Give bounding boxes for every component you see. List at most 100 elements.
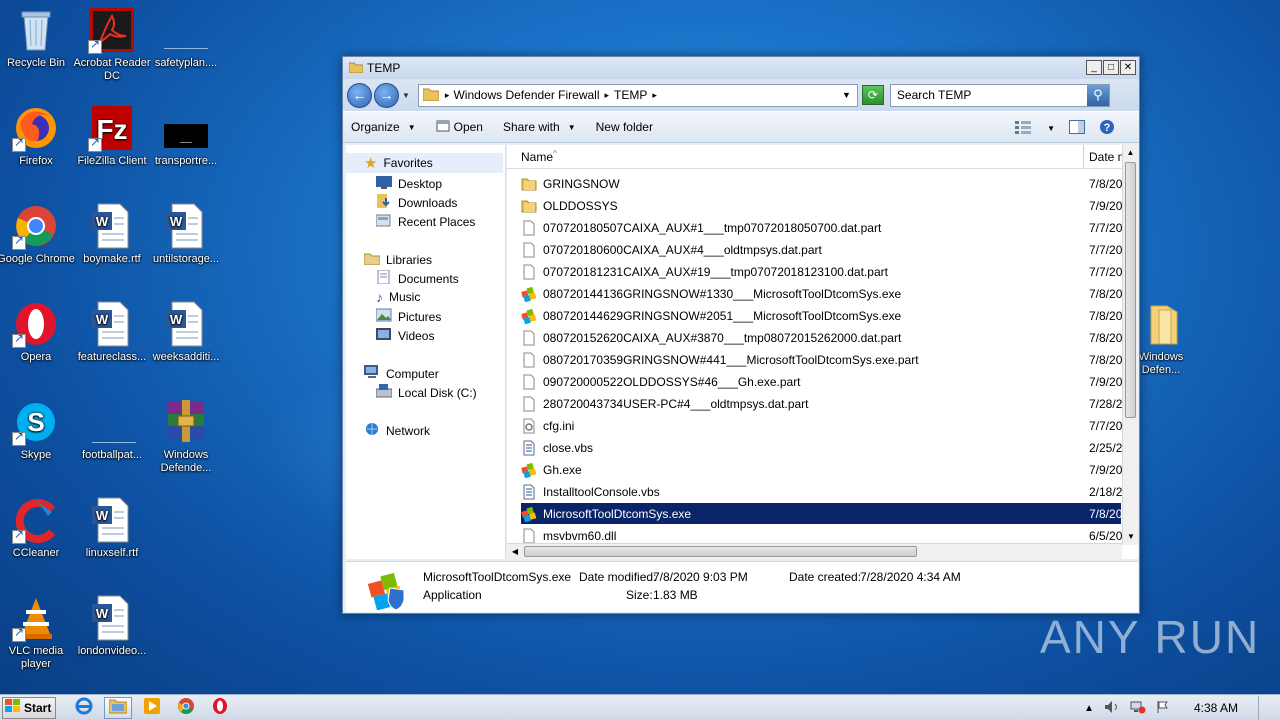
taskbar-opera[interactable] — [206, 697, 234, 719]
desktop-icon-transportre[interactable]: transportre... — [146, 104, 226, 168]
action-center-flag-icon[interactable] — [1156, 700, 1170, 717]
taskbar-chrome[interactable] — [172, 697, 200, 719]
share-with-button[interactable]: Share with ▼ — [503, 120, 576, 134]
breadcrumb-separator[interactable]: ▸ — [605, 90, 610, 101]
history-dropdown-icon[interactable]: ▼ — [402, 91, 410, 100]
desktop-icon-windows-defende[interactable]: Windows Defende... — [146, 398, 226, 475]
application-icon — [364, 566, 410, 613]
search-icon[interactable]: ⚲ — [1086, 84, 1109, 106]
desktop-icon-footballpat[interactable]: footballpat... — [72, 398, 152, 462]
file-row[interactable]: 080720170359GRINGSNOW#441___MicrosoftToo… — [521, 349, 1122, 370]
desktop-icon-firefox[interactable]: Firefox — [0, 104, 76, 168]
forward-button[interactable]: → — [374, 82, 399, 108]
desktop-icon-opera[interactable]: Opera — [0, 300, 76, 364]
file-row[interactable]: InstalltoolConsole.vbs 2/18/2 — [521, 481, 1122, 502]
file-row[interactable]: OLDDOSSYS 7/9/20 — [521, 195, 1122, 216]
desktop-icon-boymake[interactable]: W boymake.rtf — [72, 202, 152, 266]
new-folder-button[interactable]: New folder — [596, 120, 653, 134]
horizontal-scrollbar[interactable]: ◀ — [507, 543, 1122, 559]
title-bar[interactable]: TEMP _ □ ✕ — [343, 57, 1139, 79]
column-name[interactable]: Name — [521, 150, 553, 164]
file-row[interactable]: 080720144629GRINGSNOW#2051___MicrosoftTo… — [521, 305, 1122, 326]
file-row[interactable]: close.vbs 2/25/2 — [521, 437, 1122, 458]
vertical-scrollbar[interactable]: ▲ ▼ — [1122, 145, 1138, 545]
minimize-button[interactable]: _ — [1086, 60, 1102, 75]
preview-pane-icon[interactable] — [1069, 120, 1085, 137]
desktop-icon-ccleaner[interactable]: CCleaner — [0, 496, 76, 560]
desktop-icon-featureclass[interactable]: W featureclass... — [72, 300, 152, 364]
show-hidden-icons-icon[interactable]: ▲ — [1084, 703, 1094, 714]
start-button[interactable]: Start — [2, 696, 56, 719]
network-tray-icon[interactable] — [1130, 700, 1146, 717]
desktop-icon-safetyplan[interactable]: safetyplan.... — [146, 6, 226, 70]
file-row[interactable]: MicrosoftToolDtcomSys.exe 7/8/20 — [521, 503, 1122, 524]
nav-item-local-disk[interactable]: Local Disk (C:) — [375, 384, 477, 401]
nav-item-recent-places[interactable]: Recent Places — [375, 213, 475, 230]
desktop-icon-filezilla[interactable]: Fz FileZilla Client — [72, 104, 152, 168]
file-icon — [521, 242, 537, 258]
view-options-icon[interactable] — [1015, 120, 1033, 137]
application-icon — [521, 462, 537, 478]
maximize-button[interactable]: □ — [1103, 60, 1119, 75]
nav-label: Pictures — [398, 309, 442, 324]
nav-item-network[interactable]: Network — [364, 422, 430, 439]
volume-icon[interactable] — [1104, 700, 1120, 717]
scroll-down-arrow[interactable]: ▼ — [1123, 529, 1139, 545]
nav-item-pictures[interactable]: Pictures — [375, 308, 442, 325]
nav-item-music[interactable]: ♪ Music — [376, 289, 420, 305]
folder-icon — [521, 176, 537, 192]
breadcrumb-separator[interactable]: ▸ — [445, 90, 450, 101]
desktop-icon-weeksadditi[interactable]: W weeksadditi... — [146, 300, 226, 364]
file-row[interactable]: GRINGSNOW 7/8/20 — [521, 173, 1122, 194]
nav-item-documents[interactable]: Documents — [376, 269, 459, 287]
taskbar-media-player[interactable] — [138, 697, 166, 719]
desktop-icon-londonvideo[interactable]: W londonvideo... — [72, 594, 152, 658]
desktop-icon-recycle-bin[interactable]: Recycle Bin — [0, 6, 76, 70]
desktop-icon-linuxself[interactable]: W linuxself.rtf — [72, 496, 152, 560]
taskbar-explorer[interactable] — [104, 696, 132, 719]
column-divider[interactable] — [1083, 145, 1084, 169]
view-dropdown-icon[interactable]: ▼ — [1047, 124, 1055, 133]
search-input[interactable]: Search TEMP ⚲ — [889, 83, 1110, 107]
scroll-thumb[interactable] — [1125, 162, 1136, 418]
desktop-icon-acrobat[interactable]: Acrobat Reader DC — [72, 6, 152, 83]
address-dropdown-icon[interactable]: ▼ — [842, 90, 851, 100]
file-row[interactable]: 080720144136GRINGSNOW#1330___MicrosoftTo… — [521, 283, 1122, 304]
nav-item-computer[interactable]: Computer — [364, 365, 439, 382]
organize-button[interactable]: Organize ▼ — [351, 120, 416, 134]
file-row[interactable]: Gh.exe 7/9/20 — [521, 459, 1122, 480]
close-button[interactable]: ✕ — [1120, 60, 1136, 75]
clock-time[interactable]: 4:38 AM — [1194, 701, 1238, 715]
refresh-button[interactable]: ⟳ — [861, 85, 884, 105]
shortcut-arrow-icon — [12, 626, 26, 642]
file-row[interactable]: 090720000522OLDDOSSYS#46___Gh.exe.part 7/… — [521, 371, 1122, 392]
open-button[interactable]: Open — [436, 119, 483, 136]
nav-item-videos[interactable]: Videos — [376, 327, 434, 344]
file-row[interactable]: cfg.ini 7/7/20 — [521, 415, 1122, 436]
breadcrumb-separator[interactable]: ▸ — [652, 90, 657, 101]
help-icon[interactable]: ? — [1099, 119, 1115, 138]
nav-item-downloads[interactable]: Downloads — [376, 194, 457, 211]
scroll-thumb-horizontal[interactable] — [524, 546, 917, 557]
breadcrumb-temp[interactable]: TEMP — [614, 88, 647, 102]
address-bar[interactable]: ▸ Windows Defender Firewall ▸ TEMP ▸ ▼ — [417, 83, 858, 107]
scroll-up-arrow[interactable]: ▲ — [1123, 145, 1138, 161]
file-row[interactable]: 070720180600CAIXA_AUX#4___oldtmpsys.dat.… — [521, 239, 1122, 260]
taskbar-ie[interactable] — [70, 697, 98, 719]
desktop-icon-chrome[interactable]: Google Chrome — [0, 202, 76, 266]
nav-item-desktop[interactable]: Desktop — [376, 175, 442, 192]
nav-item-libraries[interactable]: Libraries — [363, 251, 432, 268]
show-desktop-button[interactable] — [1258, 696, 1270, 720]
file-row[interactable]: 080720152620CAIXA_AUX#3870___tmp08072015… — [521, 327, 1122, 348]
desktop-icon-vlc[interactable]: VLC media player — [0, 594, 76, 671]
nav-item-favorites[interactable]: ★ Favorites — [346, 153, 503, 173]
breadcrumb-windows-defender-firewall[interactable]: Windows Defender Firewall — [453, 88, 599, 102]
scroll-left-arrow[interactable]: ◀ — [507, 544, 523, 560]
back-button[interactable]: ← — [347, 82, 372, 108]
recent-places-icon — [375, 213, 392, 230]
desktop-icon-skype[interactable]: S Skype — [0, 398, 76, 462]
desktop-icon-untilstorage[interactable]: W untilstorage... — [146, 202, 226, 266]
file-row[interactable]: 070720180507CAIXA_AUX#1___tmp07072018050… — [521, 217, 1122, 238]
file-row[interactable]: 070720181231CAIXA_AUX#19___tmp0707201812… — [521, 261, 1122, 282]
file-row[interactable]: 280720043734USER-PC#4___oldtmpsys.dat.pa… — [521, 393, 1122, 414]
